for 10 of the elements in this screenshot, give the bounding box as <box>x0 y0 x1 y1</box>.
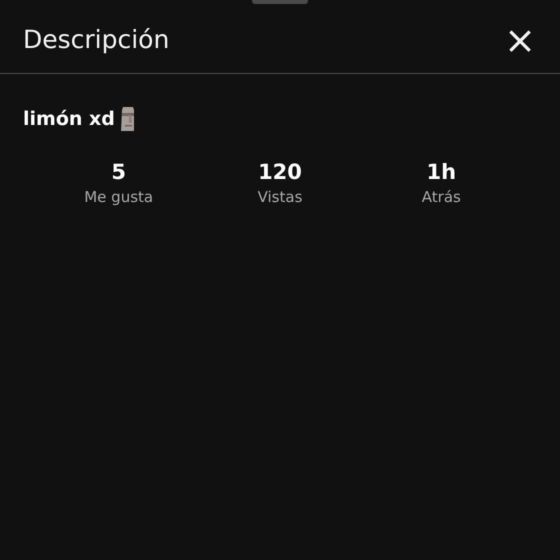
close-button[interactable]: × <box>500 20 540 58</box>
drag-handle[interactable] <box>252 0 308 4</box>
stat-label: Vistas <box>258 188 302 206</box>
stat-label: Me gusta <box>84 188 154 206</box>
description-text: limón xd <box>23 108 115 130</box>
sheet-title: Descripción <box>23 25 170 54</box>
stat-label: Atrás <box>422 188 461 206</box>
stat-value: 5 <box>111 160 126 184</box>
stat-value: 1h <box>426 160 456 184</box>
stat-value: 120 <box>258 160 302 184</box>
